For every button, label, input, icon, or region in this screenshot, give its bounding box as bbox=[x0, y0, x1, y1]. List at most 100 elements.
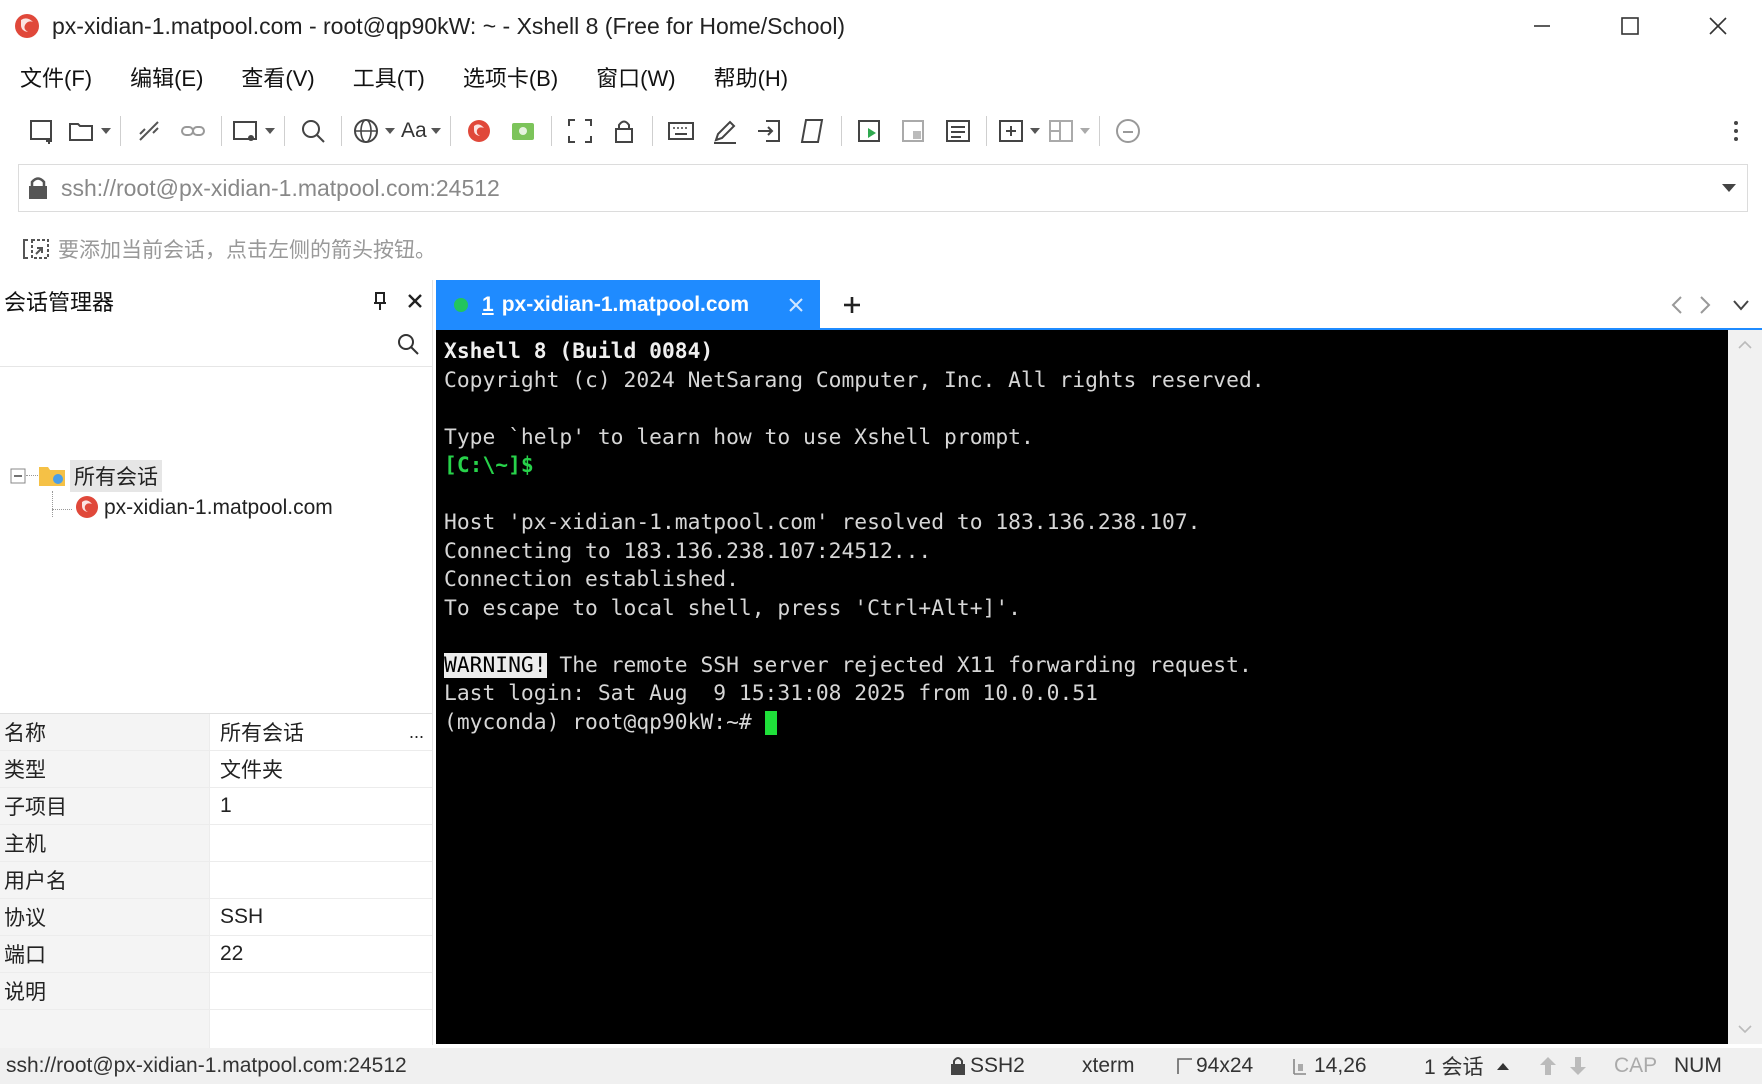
stop-button[interactable] bbox=[895, 111, 933, 151]
property-value: 文件夹 bbox=[220, 759, 283, 782]
chevron-down-icon[interactable] bbox=[1732, 298, 1750, 312]
chevron-down-icon[interactable] bbox=[1721, 182, 1737, 194]
pin-icon[interactable] bbox=[372, 291, 388, 311]
property-key: 子项目 bbox=[0, 788, 210, 824]
tab-number: 1 bbox=[482, 293, 494, 316]
lock-icon bbox=[614, 120, 633, 143]
session-manager-header: 会话管理器 bbox=[0, 280, 432, 322]
scroll-up-icon[interactable] bbox=[1737, 340, 1753, 350]
menu-tools[interactable]: 工具(T) bbox=[347, 57, 431, 97]
transfer-button[interactable] bbox=[750, 111, 788, 151]
run-button[interactable] bbox=[851, 111, 889, 151]
compose-button[interactable] bbox=[706, 111, 744, 151]
terminal-scrollbar[interactable] bbox=[1728, 330, 1762, 1044]
find-button[interactable] bbox=[294, 111, 332, 151]
address-bar[interactable]: ssh://root@px-xidian-1.matpool.com:24512 bbox=[18, 164, 1748, 212]
close-button[interactable] bbox=[1674, 0, 1762, 52]
more-button[interactable]: ... bbox=[409, 722, 424, 743]
session-search-field[interactable] bbox=[0, 322, 432, 367]
fullscreen-button[interactable] bbox=[561, 111, 599, 151]
property-row: 主机 bbox=[0, 825, 432, 862]
property-row: 协议 SSH bbox=[0, 899, 432, 936]
terminal-line-text: The remote SSH server rejected X11 forwa… bbox=[546, 652, 1252, 678]
log-button[interactable] bbox=[939, 111, 977, 151]
disconnect-button[interactable] bbox=[130, 111, 168, 151]
chevron-right-icon[interactable] bbox=[1698, 295, 1712, 315]
status-sessions-label: 1 会话 bbox=[1424, 1056, 1484, 1079]
chat-button[interactable] bbox=[1109, 111, 1147, 151]
xftp-icon bbox=[511, 123, 534, 140]
fullscreen-icon bbox=[567, 119, 592, 143]
font-button[interactable]: Aa bbox=[401, 111, 441, 151]
chevron-down-icon bbox=[1029, 128, 1040, 134]
reconnect-button[interactable] bbox=[174, 111, 212, 151]
new-tab-session-button[interactable] bbox=[231, 111, 275, 151]
chevron-down-icon bbox=[1079, 128, 1090, 134]
pen-icon bbox=[713, 120, 736, 144]
hint-bar: 要添加当前会话，点击左侧的箭头按钮。 bbox=[0, 226, 1762, 272]
unlink-icon bbox=[139, 121, 159, 141]
tab-bar: 1 px-xidian-1.matpool.com bbox=[436, 280, 1762, 330]
property-key: 主机 bbox=[0, 825, 210, 861]
chevron-down-icon bbox=[265, 128, 275, 134]
lock-button[interactable] bbox=[605, 111, 643, 151]
address-input[interactable]: ssh://root@px-xidian-1.matpool.com:24512 bbox=[61, 175, 500, 202]
status-sessions[interactable]: 1 会话 bbox=[1424, 1048, 1510, 1084]
chevron-left-icon[interactable] bbox=[1670, 295, 1684, 315]
layout-icon bbox=[1048, 120, 1073, 142]
property-key: 端口 bbox=[0, 936, 210, 972]
terminal-line: To escape to local shell, press 'Ctrl+Al… bbox=[444, 595, 1021, 621]
new-session-button[interactable] bbox=[23, 111, 61, 151]
minimize-button[interactable] bbox=[1498, 0, 1586, 52]
menu-tab[interactable]: 选项卡(B) bbox=[457, 57, 564, 97]
menu-edit[interactable]: 编辑(E) bbox=[124, 57, 209, 97]
terminal-output[interactable]: Xshell 8 (Build 0084) Copyright (c) 2024… bbox=[436, 330, 1728, 1044]
terminal-line: Copyright (c) 2024 NetSarang Computer, I… bbox=[444, 367, 1265, 393]
tab-session-1[interactable]: 1 px-xidian-1.matpool.com bbox=[436, 280, 820, 330]
toolbar-more-button[interactable] bbox=[1717, 111, 1755, 151]
terminal-line: Type `help' to learn how to use Xshell p… bbox=[444, 424, 1034, 450]
encoding-button[interactable] bbox=[351, 111, 395, 151]
menu-help[interactable]: 帮助(H) bbox=[708, 57, 795, 97]
collapse-icon[interactable] bbox=[10, 468, 26, 484]
new-tab-button[interactable] bbox=[996, 111, 1040, 151]
property-row-empty bbox=[0, 1010, 432, 1051]
arrow-up-icon bbox=[1540, 1057, 1556, 1075]
open-session-button[interactable] bbox=[67, 111, 111, 151]
property-key: 用户名 bbox=[0, 862, 210, 898]
tree-item-all-sessions[interactable]: 所有会话 bbox=[70, 460, 162, 492]
xshell-button[interactable] bbox=[460, 111, 498, 151]
menu-file[interactable]: 文件(F) bbox=[14, 57, 98, 97]
layout-button[interactable] bbox=[1046, 111, 1090, 151]
chevron-up-icon bbox=[1496, 1063, 1509, 1070]
property-value: SSH bbox=[220, 905, 264, 928]
scroll-down-icon[interactable] bbox=[1737, 1024, 1753, 1034]
terminal-line: Last login: Sat Aug 9 15:31:08 2025 from… bbox=[444, 681, 1098, 706]
add-session-arrow-icon[interactable] bbox=[22, 236, 50, 262]
globe-icon bbox=[354, 119, 378, 143]
property-row: 用户名 bbox=[0, 862, 432, 899]
script-button[interactable] bbox=[794, 111, 832, 151]
keyboard-button[interactable] bbox=[662, 111, 700, 151]
search-icon[interactable] bbox=[396, 332, 420, 356]
menu-window[interactable]: 窗口(W) bbox=[590, 57, 681, 97]
status-size-label: 94x24 bbox=[1196, 1054, 1254, 1077]
terminal-line: Xshell 8 (Build 0084) bbox=[444, 339, 714, 364]
close-icon[interactable] bbox=[788, 297, 804, 313]
close-icon[interactable] bbox=[407, 293, 423, 309]
tree-item-session[interactable]: px-xidian-1.matpool.com bbox=[104, 493, 333, 523]
title-bar: px-xidian-1.matpool.com - root@qp90kW: ~… bbox=[0, 0, 1762, 52]
terminal-cursor bbox=[764, 710, 777, 735]
add-tab-icon[interactable] bbox=[842, 295, 862, 315]
tree-item-label: px-xidian-1.matpool.com bbox=[104, 496, 333, 519]
xftp-button[interactable] bbox=[504, 111, 542, 151]
terminal-line: Connection established. bbox=[444, 567, 739, 592]
terminal-line: WARNING! The remote SSH server rejected … bbox=[444, 652, 1728, 681]
menu-view[interactable]: 查看(V) bbox=[235, 57, 320, 97]
maximize-button[interactable] bbox=[1586, 0, 1674, 52]
lock-icon bbox=[951, 1057, 965, 1075]
window-new-icon bbox=[233, 121, 257, 141]
